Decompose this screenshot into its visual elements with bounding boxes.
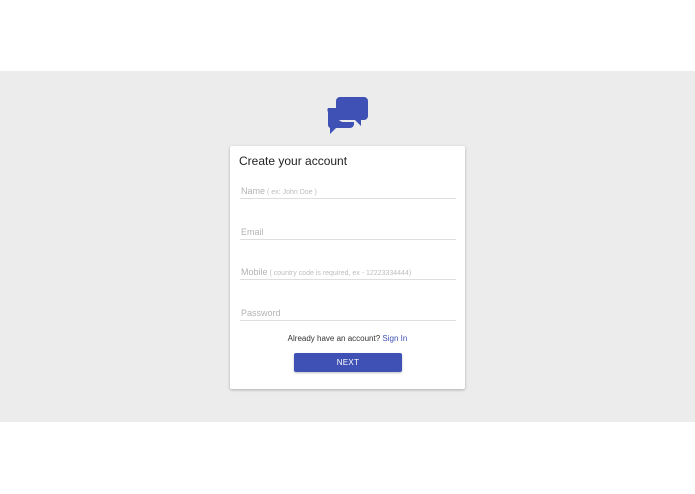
mobile-placeholder: Mobile( country code is required, ex - 1… — [241, 267, 411, 277]
mobile-placeholder-label: Mobile — [241, 267, 268, 277]
next-button[interactable]: NEXT — [294, 353, 402, 372]
name-placeholder-label: Name — [241, 186, 266, 196]
card-title: Create your account — [239, 154, 348, 168]
mobile-field[interactable]: Mobile( country code is required, ex - 1… — [240, 265, 456, 280]
password-placeholder-label: Password — [241, 308, 281, 318]
name-placeholder: Name( ex: John Doe ) — [241, 186, 317, 196]
email-placeholder: Email — [241, 227, 264, 237]
password-field[interactable]: Password — [240, 306, 456, 321]
email-field[interactable]: Email — [240, 225, 456, 240]
signin-link[interactable]: Sign In — [382, 334, 407, 343]
mobile-hint: ( country code is required, ex - 1222333… — [269, 270, 412, 277]
chat-bubbles-icon — [327, 95, 369, 134]
password-placeholder: Password — [241, 308, 281, 318]
signup-card: Create your account Name( ex: John Doe )… — [230, 146, 465, 389]
name-hint: ( ex: John Doe ) — [267, 189, 317, 196]
name-field[interactable]: Name( ex: John Doe ) — [240, 184, 456, 199]
signin-prompt: Already have an account? — [287, 334, 381, 343]
email-placeholder-label: Email — [241, 227, 264, 237]
signin-row: Already have an account? Sign In — [230, 334, 465, 343]
